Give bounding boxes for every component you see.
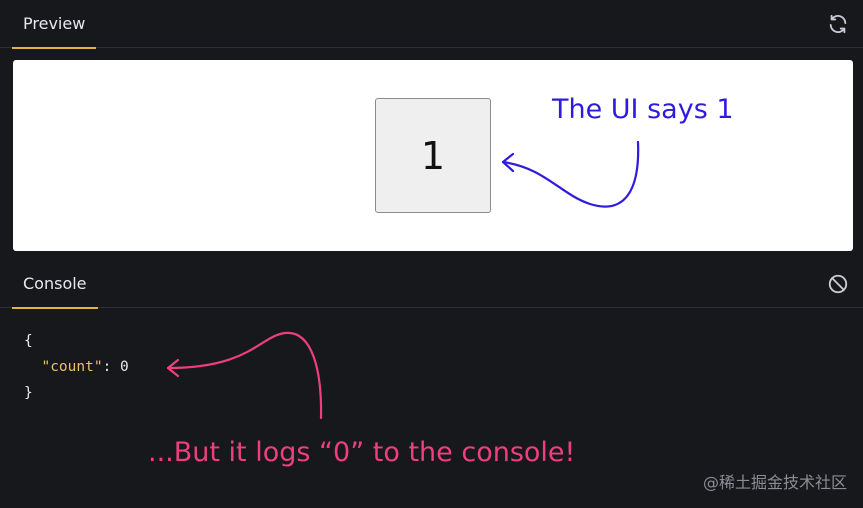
console-close-brace: } — [24, 385, 33, 401]
console-open-brace: { — [24, 333, 33, 349]
tab-preview-underline — [12, 47, 97, 49]
app-frame: Preview 1 Console {"count": 0} The UI … — [0, 0, 863, 508]
counter-button[interactable]: 1 — [375, 98, 491, 213]
console-key: "count" — [41, 359, 103, 375]
console-note-annotation: ...But it logs “0” to the console! — [148, 437, 576, 468]
console-note-arrow — [166, 331, 323, 420]
clear-console-icon[interactable] — [827, 273, 849, 295]
preview-panel: 1 — [13, 60, 853, 251]
tab-console-underline — [12, 307, 98, 309]
refresh-icon[interactable] — [827, 13, 849, 35]
console-output: { "count": 0 } — [24, 328, 129, 406]
watermark: @稀土掘金技术社区 — [702, 473, 847, 492]
tab-console-label: Console — [23, 274, 87, 293]
tab-console[interactable]: Console — [12, 260, 98, 309]
console-entry: "count": 0 — [24, 354, 129, 380]
console-separator: : — [102, 359, 121, 375]
console-tabbar: Console — [0, 260, 863, 309]
tab-preview-label: Preview — [23, 14, 86, 33]
console-value: 0 — [120, 359, 129, 375]
ui-note-annotation: The UI says 1 — [552, 94, 734, 125]
tab-preview[interactable]: Preview — [12, 0, 97, 49]
preview-tabbar: Preview — [0, 0, 863, 49]
